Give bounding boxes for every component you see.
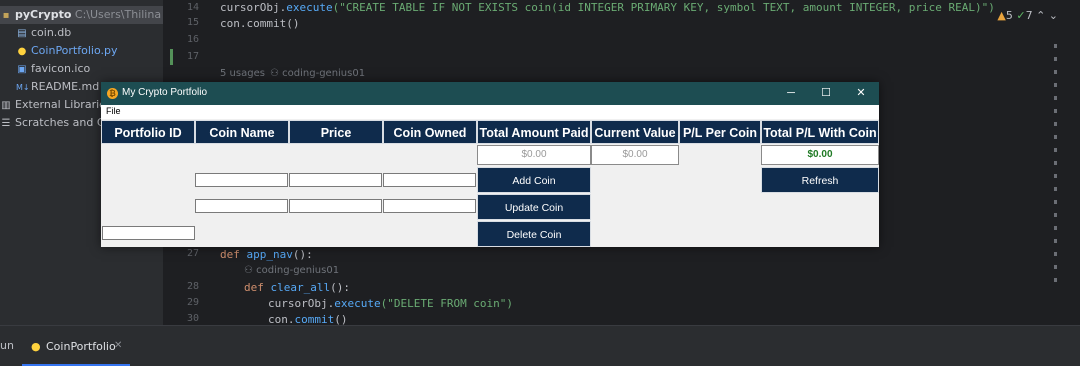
- close-icon[interactable]: ✕: [114, 340, 122, 351]
- run-tab-coinportfolio[interactable]: ● CoinPortfolio ✕: [22, 330, 130, 366]
- code-token: app_nav: [246, 248, 293, 261]
- column-header: Coin Owned: [383, 120, 477, 144]
- add-price-input[interactable]: [289, 173, 382, 187]
- tree-label: Scratches and Co: [15, 116, 112, 129]
- code-token: clear_all: [270, 281, 331, 294]
- code-token: cursorObj.: [220, 1, 287, 14]
- column-header: Total Amount Paid: [477, 120, 591, 144]
- line-number: 15: [186, 17, 199, 28]
- delete-id-input[interactable]: [102, 226, 195, 240]
- chevron-up-icon[interactable]: ⌃: [1036, 9, 1045, 22]
- project-root[interactable]: ▪ pyCrypto C:\Users\Thilina Jaya: [0, 6, 163, 24]
- code-token: ("DELETE FROM coin"): [380, 297, 514, 310]
- scratches-icon: ☰: [1, 118, 11, 129]
- line-number: 30: [186, 313, 199, 324]
- python-icon: ●: [31, 340, 41, 353]
- ok-count: 7: [1025, 9, 1033, 22]
- database-icon: ▤: [17, 28, 27, 39]
- warning-count: 5: [1005, 9, 1013, 22]
- tool-window-bar: un ● CoinPortfolio ✕: [0, 326, 1080, 366]
- menu-file[interactable]: File: [106, 106, 121, 116]
- window-title: My Crypto Portfolio: [122, 87, 208, 98]
- update-coin-button[interactable]: Update Coin: [477, 194, 591, 220]
- update-price-input[interactable]: [289, 199, 382, 213]
- python-icon: ●: [17, 46, 27, 57]
- update-coin-name-input[interactable]: [195, 199, 288, 213]
- image-icon: ▣: [17, 64, 27, 75]
- tree-file-coin-db[interactable]: ▤ coin.db: [0, 24, 179, 42]
- code-line-15[interactable]: con.commit(): [220, 17, 299, 30]
- refresh-button[interactable]: Refresh: [761, 167, 879, 193]
- code-line-29[interactable]: cursorObj.execute("DELETE FROM coin"): [268, 297, 513, 310]
- column-header: Current Value: [591, 120, 679, 144]
- code-token: def: [220, 248, 247, 261]
- line-number: 28: [186, 281, 199, 292]
- bitcoin-icon: ₿: [107, 88, 118, 99]
- project-root-path: C:\Users\Thilina Jaya: [74, 8, 163, 21]
- tree-file-favicon[interactable]: ▣ favicon.ico: [0, 60, 179, 78]
- title-bar[interactable]: ₿ My Crypto Portfolio ─ ☐ ✕: [101, 82, 879, 105]
- usages-hint[interactable]: 5 usages: [220, 68, 265, 79]
- code-token: cursorObj.: [268, 297, 335, 310]
- code-token: ():: [330, 281, 350, 294]
- delete-coin-button[interactable]: Delete Coin: [477, 221, 591, 247]
- code-token: def: [244, 281, 271, 294]
- scrollbar-markers: [1054, 44, 1057, 291]
- column-header: P/L Per Coin: [679, 120, 761, 144]
- folder-icon: ▪: [2, 10, 10, 21]
- code-line-14[interactable]: cursorObj.execute("CREATE TABLE IF NOT E…: [220, 1, 995, 14]
- tree-file-coinportfolio[interactable]: ● CoinPortfolio.py: [0, 42, 179, 60]
- close-button[interactable]: ✕: [846, 84, 876, 103]
- add-coin-button[interactable]: Add Coin: [477, 167, 591, 193]
- tree-file-label: README.md: [31, 80, 100, 93]
- author-hint[interactable]: ⚇ coding-genius01: [270, 68, 365, 79]
- library-icon: ▥: [1, 100, 11, 111]
- column-header: Coin Name: [195, 120, 289, 144]
- current-value-value: $0.00: [591, 145, 679, 165]
- inspection-widget[interactable]: ▲5 ✓7 ⌃ ⌄: [997, 9, 1058, 22]
- tree-label: External Libraries: [15, 98, 112, 111]
- author-name: coding-genius01: [282, 68, 366, 79]
- tree-file-label: CoinPortfolio.py: [31, 44, 118, 57]
- line-number: 27: [186, 248, 199, 259]
- person-icon: ⚇: [270, 68, 283, 79]
- author-name: coding-genius01: [256, 265, 340, 276]
- code-line-27[interactable]: def app_nav():: [220, 248, 313, 261]
- run-label: un: [0, 339, 14, 352]
- code-token: execute: [286, 1, 333, 14]
- line-number: 14: [186, 2, 199, 13]
- total-pl-value: $0.00: [761, 145, 879, 165]
- add-coin-name-input[interactable]: [195, 173, 288, 187]
- minimize-button[interactable]: ─: [776, 84, 806, 103]
- chevron-down-icon[interactable]: ⌄: [1049, 9, 1058, 22]
- change-marker: [170, 49, 173, 65]
- line-number: 16: [186, 34, 199, 45]
- markdown-icon: M↓: [16, 83, 30, 92]
- code-token: ("CREATE TABLE IF NOT EXISTS coin(id INT…: [332, 1, 995, 14]
- tree-file-label: coin.db: [31, 26, 72, 39]
- maximize-button[interactable]: ☐: [811, 84, 841, 103]
- warning-icon: ▲: [997, 9, 1006, 22]
- menu-bar: File: [101, 105, 879, 119]
- code-token: ():: [292, 248, 313, 261]
- total-amount-paid-value: $0.00: [477, 145, 591, 165]
- code-line-28[interactable]: def clear_all():: [244, 281, 350, 294]
- code-token: execute: [334, 297, 381, 310]
- line-number: 29: [186, 297, 199, 308]
- project-root-name: pyCrypto: [15, 8, 72, 21]
- update-amount-input[interactable]: [383, 199, 476, 213]
- column-header: Total P/L With Coin: [761, 120, 879, 144]
- run-tab-label: CoinPortfolio: [46, 340, 116, 353]
- line-number: 17: [186, 51, 199, 62]
- column-header: Price: [289, 120, 383, 144]
- author-hint[interactable]: ⚇ coding-genius01: [244, 265, 339, 276]
- column-header: Portfolio ID: [101, 120, 195, 144]
- tree-file-label: favicon.ico: [31, 62, 91, 75]
- add-amount-input[interactable]: [383, 173, 476, 187]
- app-window: ₿ My Crypto Portfolio ─ ☐ ✕ File Portfol…: [101, 82, 879, 247]
- check-icon: ✓: [1016, 9, 1026, 22]
- person-icon: ⚇: [244, 265, 257, 276]
